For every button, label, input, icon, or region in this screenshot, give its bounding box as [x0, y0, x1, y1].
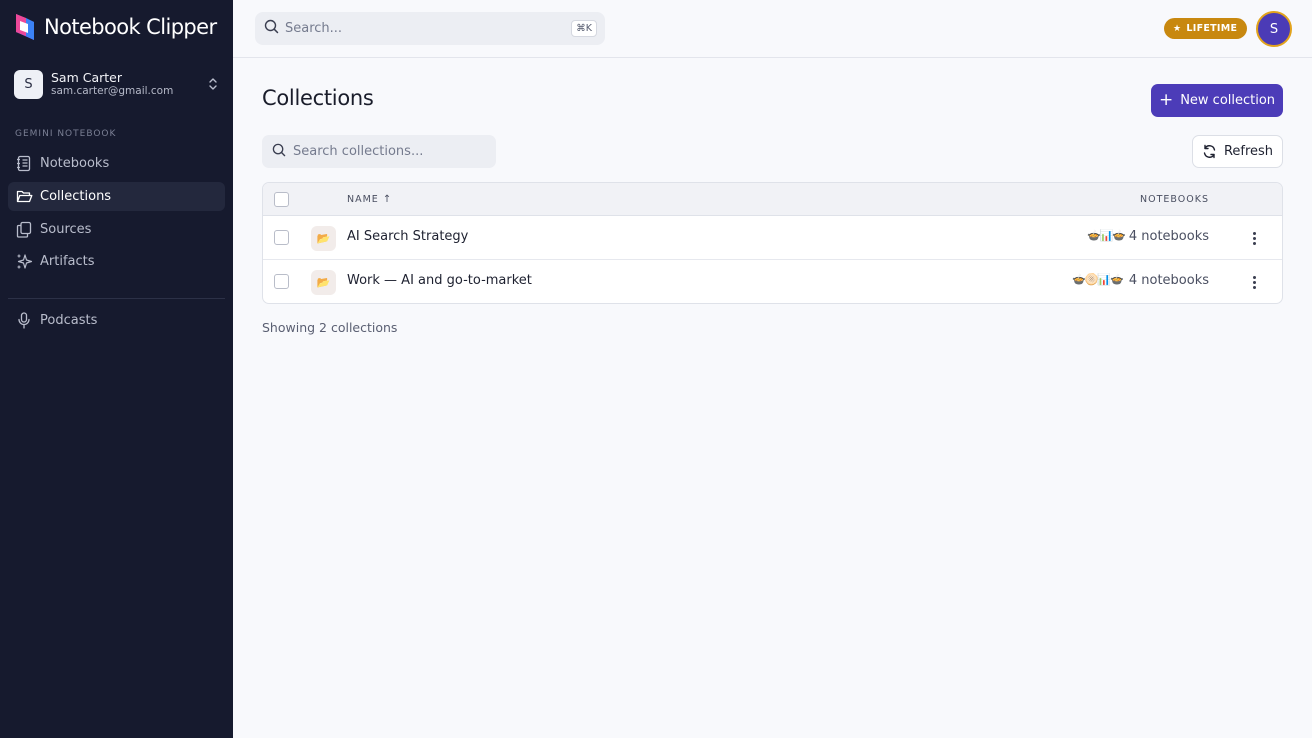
collection-name[interactable]: AI Search Strategy [347, 229, 468, 244]
notebook-emoji-icons: 🍲📊🍲 [1087, 229, 1126, 242]
row-checkbox[interactable] [274, 274, 289, 289]
sparkles-icon [15, 253, 33, 271]
sidebar-item-label: Podcasts [40, 313, 98, 328]
notebook-count: 4 notebooks [1128, 229, 1209, 244]
files-icon [15, 221, 33, 239]
top-bar: Search... ⌘K ★ LIFETIME S [233, 0, 1312, 58]
sidebar-item-label: Notebooks [40, 156, 110, 171]
sidebar-item-sources[interactable]: Sources [8, 215, 225, 244]
sidebar: Notebook Clipper S Sam Carter sam.carter… [0, 0, 233, 738]
chevron-up-down-icon[interactable] [205, 76, 221, 92]
page-title: Collections [262, 86, 374, 110]
column-header-name-label: NAME [347, 194, 379, 205]
select-all-checkbox[interactable] [274, 192, 289, 207]
plan-badge-label: LIFETIME [1186, 23, 1238, 34]
collection-folder-icon: 📂 [311, 270, 336, 295]
collection-name[interactable]: Work — AI and go-to-market [347, 273, 532, 288]
microphone-icon [15, 312, 33, 330]
column-header-name[interactable]: NAME ↑ [347, 194, 392, 205]
refresh-label: Refresh [1223, 144, 1274, 159]
search-placeholder: Search... [285, 21, 343, 36]
user-email: sam.carter@gmail.com [51, 85, 174, 98]
star-icon: ★ [1173, 23, 1182, 34]
sidebar-divider [8, 298, 225, 299]
sort-ascending-icon: ↑ [382, 194, 393, 205]
folder-open-icon [15, 188, 33, 206]
table-row[interactable]: 📂 AI Search Strategy 🍲📊🍲 4 notebooks [263, 216, 1282, 260]
notebook-clipper-logo-icon [16, 14, 34, 40]
sidebar-item-artifacts[interactable]: Artifacts [8, 247, 225, 276]
notebook-emoji-icons: 🍲🫓📊🍲 [1072, 273, 1124, 286]
collections-search-input[interactable]: Search collections... [262, 135, 496, 168]
account-switcher[interactable]: S Sam Carter sam.carter@gmail.com [14, 69, 221, 99]
sidebar-section-label: GEMINI NOTEBOOK [15, 129, 117, 139]
search-icon [264, 19, 279, 38]
table-row[interactable]: 📂 Work — AI and go-to-market 🍲🫓📊🍲 4 note… [263, 260, 1282, 303]
collections-table: NAME ↑ NOTEBOOKS 📂 AI Search Strategy 🍲📊… [262, 182, 1283, 304]
notebook-count: 4 notebooks [1128, 273, 1209, 288]
plus-icon: + [1158, 90, 1174, 110]
sidebar-item-label: Artifacts [40, 254, 95, 269]
user-name: Sam Carter [51, 69, 123, 85]
column-header-notebooks: NOTEBOOKS [1140, 194, 1209, 205]
sidebar-item-collections[interactable]: Collections [8, 182, 225, 211]
row-checkbox[interactable] [274, 230, 289, 245]
avatar[interactable]: S [1256, 11, 1292, 47]
more-options-icon[interactable] [1246, 272, 1262, 292]
notebook-icon [15, 155, 33, 173]
sidebar-item-podcasts[interactable]: Podcasts [8, 306, 225, 335]
search-icon [272, 142, 286, 161]
collection-count-summary: Showing 2 collections [262, 320, 398, 335]
new-collection-label: New collection [1180, 93, 1276, 108]
global-search-input[interactable]: Search... ⌘K [255, 12, 605, 45]
sidebar-item-label: Sources [40, 222, 92, 237]
more-options-icon[interactable] [1246, 228, 1262, 248]
app-logo-text: Notebook Clipper [44, 15, 217, 39]
refresh-icon [1202, 144, 1217, 159]
collections-search-placeholder: Search collections... [293, 144, 424, 159]
new-collection-button[interactable]: + New collection [1151, 84, 1283, 117]
plan-badge: ★ LIFETIME [1164, 18, 1248, 39]
user-info: Sam Carter sam.carter@gmail.com [51, 69, 205, 98]
shortcut-hint: ⌘K [571, 20, 597, 37]
app-logo[interactable]: Notebook Clipper [14, 12, 217, 42]
user-avatar: S [14, 69, 43, 99]
sidebar-item-label: Collections [40, 189, 112, 204]
sidebar-item-notebooks[interactable]: Notebooks [8, 149, 225, 178]
table-header: NAME ↑ NOTEBOOKS [263, 183, 1282, 216]
collection-folder-icon: 📂 [311, 226, 336, 251]
refresh-button[interactable]: Refresh [1192, 135, 1283, 168]
